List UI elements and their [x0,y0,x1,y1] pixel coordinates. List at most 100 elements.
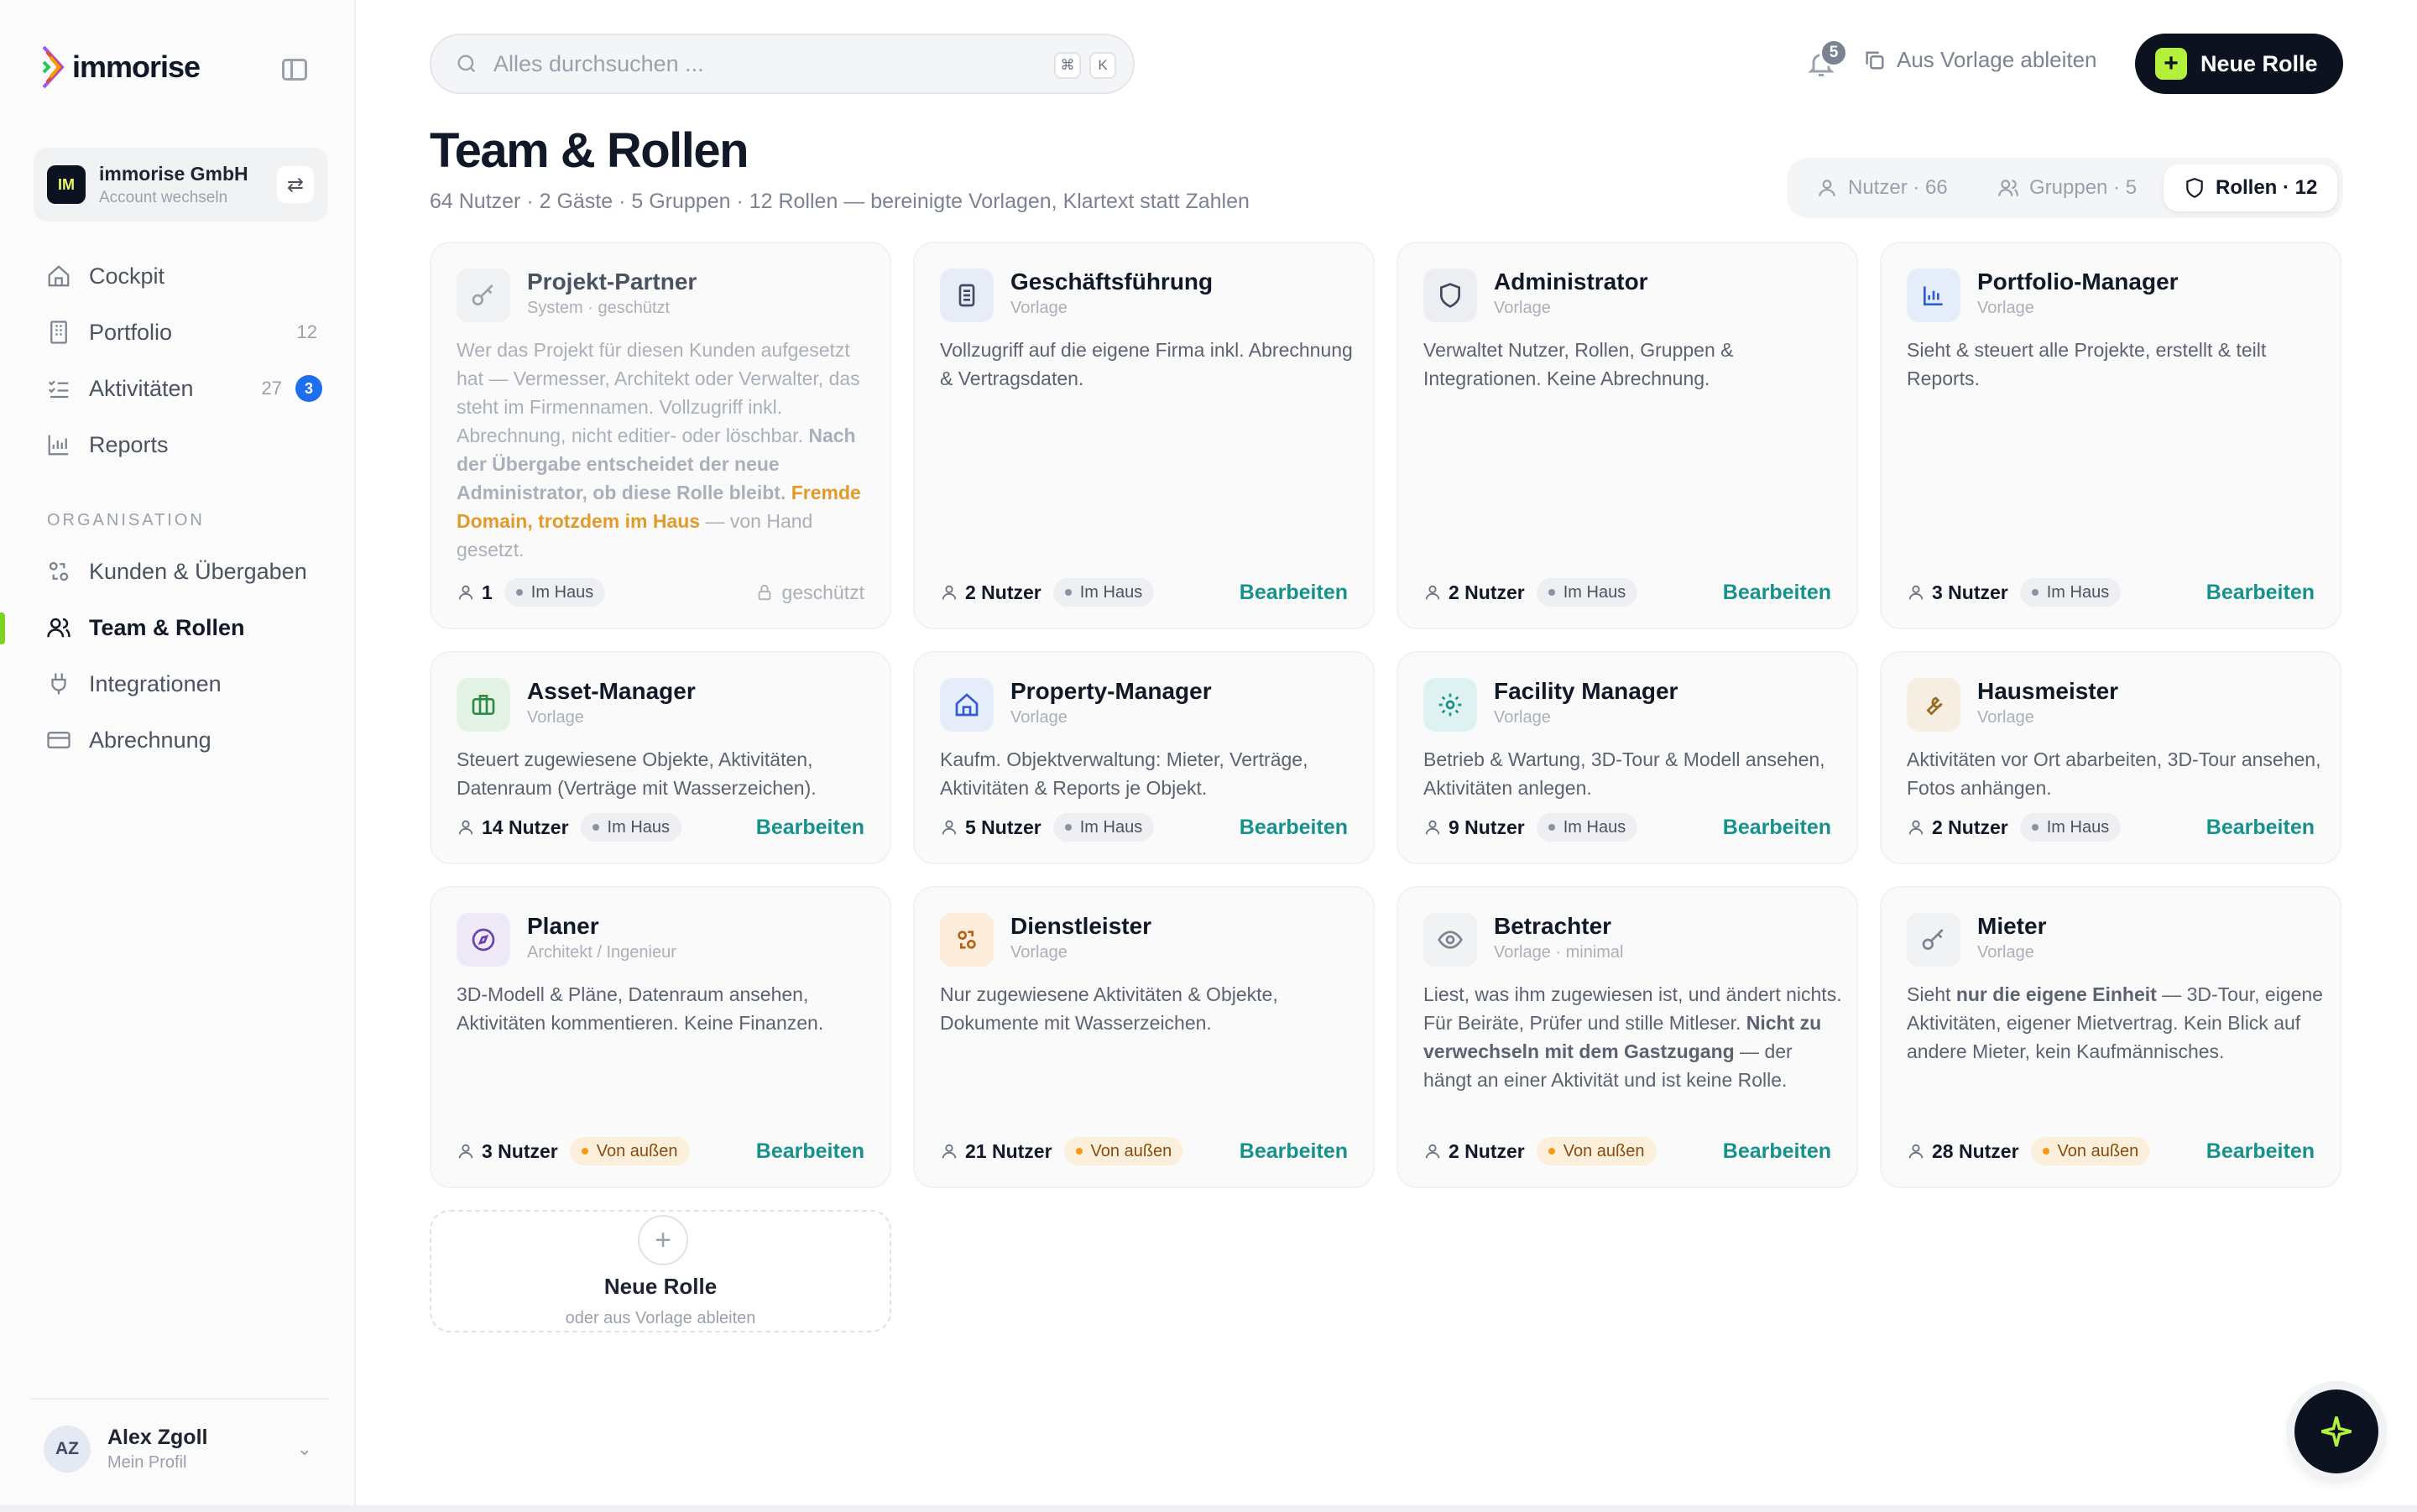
building-icon [44,317,74,347]
role-kind: Vorlage [1494,708,1551,727]
nav-label: Reports [89,431,169,457]
chevron-down-icon[interactable]: ⌄ [297,1438,312,1460]
nav-item-cockpit[interactable]: Cockpit [44,256,329,296]
edit-role-link[interactable]: Bearbeiten [756,1139,864,1164]
new-role-card[interactable]: + Neue Rolle oder aus Vorlage ableiten [430,1210,891,1332]
role-card-asset-manager[interactable]: Asset-Manager Vorlage Steuert zugewiesen… [430,651,891,864]
role-card-betrachter[interactable]: Betrachter Vorlage · minimal Liest, was … [1396,886,1858,1188]
active-indicator [0,613,5,644]
derive-from-template-button[interactable]: Aus Vorlage ableiten [1863,47,2097,73]
user-count: 3 Nutzer [482,1139,558,1162]
derive-label: Aus Vorlage ableiten [1897,47,2097,72]
role-card-mieter[interactable]: Mieter Vorlage Sieht nur die eigene Einh… [1880,886,2341,1188]
nav-item-abrechnung[interactable]: Abrechnung [44,720,329,760]
scope-pill: Im Haus [1536,813,1638,842]
switch-arrows-icon[interactable]: ⇄ [277,166,314,203]
handover-icon [44,556,74,587]
tab-gruppen[interactable]: Gruppen · 5 [1977,164,2157,211]
tab-rollen[interactable]: Rollen · 12 [2164,164,2338,211]
role-card-administrator[interactable]: Administrator Vorlage Verwaltet Nutzer, … [1396,242,1858,629]
sidebar: immorise IM immorise GmbH Account wechse… [0,0,356,1512]
nav-label: Portfolio [89,319,173,345]
role-title: Hausmeister [1977,678,2119,704]
tab-label: Gruppen · 5 [2029,176,2138,199]
nav-item-reports[interactable]: Reports [44,425,329,465]
role-card-hausmeister[interactable]: Hausmeister Vorlage Aktivitäten vor Ort … [1880,651,2341,864]
user-count: 28 Nutzer [1932,1139,2019,1162]
role-footer: 3 Nutzer Von außen Bearbeiten [457,1136,864,1166]
role-kind: Vorlage [1977,943,2034,962]
role-card-planer[interactable]: Planer Architekt / Ingenieur 3D-Modell &… [430,886,891,1188]
desc-emphasis: nur die eigene Einheit [1955,983,2157,1005]
tab-nutzer[interactable]: Nutzer · 66 [1796,164,1968,211]
new-role-card-sub: oder aus Vorlage ableiten [565,1309,756,1327]
home-icon [940,678,994,732]
shortcut-key-cmd: ⌘ [1054,52,1081,79]
role-title: Facility Manager [1494,678,1678,704]
account-name: immorise GmbH [99,162,248,185]
edit-role-link[interactable]: Bearbeiten [2206,1139,2315,1164]
edit-role-link[interactable]: Bearbeiten [1240,816,1348,840]
protected-indicator: geschützt [755,581,864,604]
account-switcher[interactable]: IM immorise GmbH Account wechseln ⇄ [34,148,327,222]
search-input[interactable] [493,50,1031,77]
user-icon [942,1144,957,1159]
edit-role-link[interactable]: Bearbeiten [1240,581,1348,605]
bar-chart-icon [1907,269,1960,322]
role-description: Verwaltet Nutzer, Rollen, Gruppen & Inte… [1423,339,1734,389]
nav-item-kunden[interactable]: Kunden & Übergaben [44,551,329,592]
role-description: Aktivitäten vor Ort abarbeiten, 3D-Tour … [1907,748,2321,799]
role-card-facility-manager[interactable]: Facility Manager Vorlage Betrieb & Wartu… [1396,651,1858,864]
edit-role-link[interactable]: Bearbeiten [1723,816,1831,840]
key-icon [1907,913,1960,967]
role-footer: 2 Nutzer Im Haus Bearbeiten [1423,577,1831,607]
new-role-button[interactable]: + Neue Rolle [2135,34,2343,94]
user-count: 3 Nutzer [1932,581,2008,603]
role-description: Kaufm. Objektverwaltung: Mieter, Verträg… [940,748,1308,799]
scope-pill: Im Haus [1052,578,1155,607]
edit-role-link[interactable]: Bearbeiten [2206,816,2315,840]
user-count: 2 Nutzer [965,581,1041,603]
handshake-icon [940,913,994,967]
nav-item-aktivitaeten[interactable]: Aktivitäten 27 3 [44,368,329,409]
profile-menu[interactable]: AZ Alex Zgoll Mein Profil ⌄ [30,1398,329,1499]
plus-icon: + [2155,48,2187,80]
gear-icon [1423,678,1477,732]
compass-icon [457,913,510,967]
role-card-projekt-partner[interactable]: Projekt-Partner System · geschützt Wer d… [430,242,891,629]
user-icon [458,585,473,600]
role-card-portfolio-manager[interactable]: Portfolio-Manager Vorlage Sieht & steuer… [1880,242,2341,629]
assistant-fab[interactable] [2294,1389,2378,1473]
plug-icon [44,669,74,699]
sidebar-toggle-icon[interactable] [282,59,307,81]
edit-role-link[interactable]: Bearbeiten [1240,1139,1348,1164]
nav-item-portfolio[interactable]: Portfolio 12 [44,312,329,352]
role-title: Dienstleister [1010,913,1152,939]
scope-pill: Von außen [1063,1137,1184,1165]
brand-logo[interactable]: immorise [42,44,201,91]
account-initials: IM [47,165,86,204]
role-footer: 21 Nutzer Von außen Bearbeiten [940,1136,1348,1166]
nav-count: 27 [261,378,282,399]
page-title: Team & Rollen [430,123,749,178]
user-icon [1819,180,1835,196]
role-description: Steuert zugewiesene Objekte, Aktivitäten… [457,748,817,799]
edit-role-link[interactable]: Bearbeiten [1723,1139,1831,1164]
nav-item-team-rollen[interactable]: Team & Rollen [44,607,329,648]
user-icon [942,820,957,835]
role-card-property-manager[interactable]: Property-Manager Vorlage Kaufm. Objektve… [913,651,1375,864]
users-icon [44,613,74,643]
role-title: Planer [527,913,599,939]
edit-role-link[interactable]: Bearbeiten [1723,581,1831,605]
edit-role-link[interactable]: Bearbeiten [756,816,864,840]
edit-role-link[interactable]: Bearbeiten [2206,581,2315,605]
role-title: Property-Manager [1010,678,1212,704]
nav-label: Cockpit [89,263,165,289]
role-card-geschaeftsfuehrung[interactable]: Geschäftsführung Vorlage Vollzugriff auf… [913,242,1375,629]
role-card-dienstleister[interactable]: Dienstleister Vorlage Nur zugewiesene Ak… [913,886,1375,1188]
scope-pill: Im Haus [580,813,682,842]
scope-pill: Von außen [1536,1137,1657,1165]
role-description: Nur zugewiesene Aktivitäten & Objekte, D… [940,983,1278,1034]
search-bar[interactable]: ⌘ K [430,34,1135,94]
nav-item-integrationen[interactable]: Integrationen [44,664,329,704]
